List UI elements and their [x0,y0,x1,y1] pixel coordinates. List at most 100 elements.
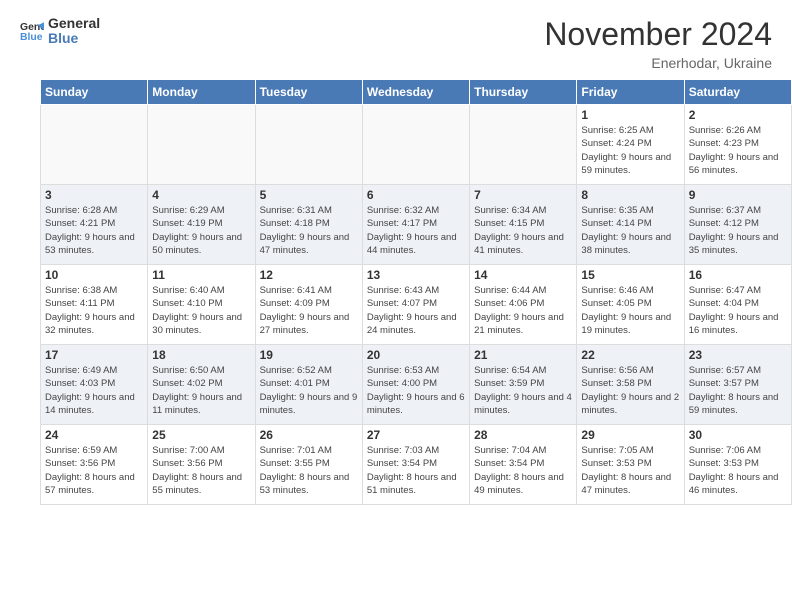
day-info: Sunrise: 6:32 AM Sunset: 4:17 PM Dayligh… [367,204,465,257]
day-number: 21 [474,348,572,362]
day-number: 22 [581,348,679,362]
table-row: 21 Sunrise: 6:54 AM Sunset: 3:59 PM Dayli… [470,345,577,425]
logo-icon: General Blue [20,19,44,43]
day-info: Sunrise: 7:03 AM Sunset: 3:54 PM Dayligh… [367,444,465,497]
day-number: 13 [367,268,465,282]
logo-general: General [48,16,100,31]
table-row [255,105,362,185]
svg-text:Blue: Blue [20,32,43,43]
day-number: 26 [260,428,358,442]
day-info: Sunrise: 6:57 AM Sunset: 3:57 PM Dayligh… [689,364,787,417]
table-row: 6 Sunrise: 6:32 AM Sunset: 4:17 PM Daylig… [362,185,469,265]
day-info: Sunrise: 6:38 AM Sunset: 4:11 PM Dayligh… [45,284,143,337]
day-number: 9 [689,188,787,202]
day-info: Sunrise: 6:29 AM Sunset: 4:19 PM Dayligh… [152,204,250,257]
day-info: Sunrise: 6:41 AM Sunset: 4:09 PM Dayligh… [260,284,358,337]
day-number: 18 [152,348,250,362]
col-thursday: Thursday [470,80,577,105]
col-monday: Monday [148,80,255,105]
day-number: 16 [689,268,787,282]
table-row: 15 Sunrise: 6:46 AM Sunset: 4:05 PM Dayli… [577,265,684,345]
calendar-week-row: 17Sunrise: 6:49 AM Sunset: 4:03 PM Dayli… [41,345,792,425]
calendar-week-row: 1 Sunrise: 6:25 AM Sunset: 4:24 PM Daylig… [41,105,792,185]
location-subtitle: Enerhodar, Ukraine [544,55,772,71]
day-info: Sunrise: 6:56 AM Sunset: 3:58 PM Dayligh… [581,364,679,417]
day-info: Sunrise: 6:37 AM Sunset: 4:12 PM Dayligh… [689,204,787,257]
day-info: Sunrise: 6:34 AM Sunset: 4:15 PM Dayligh… [474,204,572,257]
day-number: 10 [45,268,143,282]
day-number: 1 [581,108,679,122]
day-number: 15 [581,268,679,282]
calendar-header-row: Sunday Monday Tuesday Wednesday Thursday… [41,80,792,105]
table-row [470,105,577,185]
table-row: 10 Sunrise: 6:38 AM Sunset: 4:11 PM Dayli… [41,265,148,345]
day-number: 14 [474,268,572,282]
day-info: Sunrise: 6:43 AM Sunset: 4:07 PM Dayligh… [367,284,465,337]
table-row: 9 Sunrise: 6:37 AM Sunset: 4:12 PM Daylig… [684,185,791,265]
calendar-week-row: 10 Sunrise: 6:38 AM Sunset: 4:11 PM Dayli… [41,265,792,345]
table-row: 11Sunrise: 6:40 AM Sunset: 4:10 PM Dayli… [148,265,255,345]
calendar-table: Sunday Monday Tuesday Wednesday Thursday… [40,79,792,505]
day-number: 24 [45,428,143,442]
day-info: Sunrise: 7:04 AM Sunset: 3:54 PM Dayligh… [474,444,572,497]
day-number: 30 [689,428,787,442]
table-row: 3 Sunrise: 6:28 AM Sunset: 4:21 PM Daylig… [41,185,148,265]
day-number: 20 [367,348,465,362]
day-info: Sunrise: 6:50 AM Sunset: 4:02 PM Dayligh… [152,364,250,417]
day-number: 7 [474,188,572,202]
logo: General Blue General Blue [20,16,100,47]
day-info: Sunrise: 7:00 AM Sunset: 3:56 PM Dayligh… [152,444,250,497]
table-row: 30 Sunrise: 7:06 AM Sunset: 3:53 PM Dayli… [684,425,791,505]
day-number: 3 [45,188,143,202]
day-info: Sunrise: 6:49 AM Sunset: 4:03 PM Dayligh… [45,364,143,417]
day-info: Sunrise: 6:40 AM Sunset: 4:10 PM Dayligh… [152,284,250,337]
calendar-container: Sunday Monday Tuesday Wednesday Thursday… [0,79,792,505]
day-info: Sunrise: 6:54 AM Sunset: 3:59 PM Dayligh… [474,364,572,417]
table-row [41,105,148,185]
table-row: 2 Sunrise: 6:26 AM Sunset: 4:23 PM Daylig… [684,105,791,185]
table-row: 17Sunrise: 6:49 AM Sunset: 4:03 PM Dayli… [41,345,148,425]
day-info: Sunrise: 6:52 AM Sunset: 4:01 PM Dayligh… [260,364,358,417]
table-row: 16Sunrise: 6:47 AM Sunset: 4:04 PM Dayli… [684,265,791,345]
table-row: 5Sunrise: 6:31 AM Sunset: 4:18 PM Daylig… [255,185,362,265]
table-row: 13 Sunrise: 6:43 AM Sunset: 4:07 PM Dayli… [362,265,469,345]
day-info: Sunrise: 7:05 AM Sunset: 3:53 PM Dayligh… [581,444,679,497]
table-row: 27 Sunrise: 7:03 AM Sunset: 3:54 PM Dayli… [362,425,469,505]
table-row: 22 Sunrise: 6:56 AM Sunset: 3:58 PM Dayli… [577,345,684,425]
table-row: 19Sunrise: 6:52 AM Sunset: 4:01 PM Dayli… [255,345,362,425]
day-number: 29 [581,428,679,442]
table-row: 20Sunrise: 6:53 AM Sunset: 4:00 PM Dayli… [362,345,469,425]
day-number: 2 [689,108,787,122]
day-info: Sunrise: 6:31 AM Sunset: 4:18 PM Dayligh… [260,204,358,257]
day-number: 27 [367,428,465,442]
day-number: 25 [152,428,250,442]
day-info: Sunrise: 6:59 AM Sunset: 3:56 PM Dayligh… [45,444,143,497]
day-number: 12 [260,268,358,282]
day-info: Sunrise: 7:06 AM Sunset: 3:53 PM Dayligh… [689,444,787,497]
col-saturday: Saturday [684,80,791,105]
col-wednesday: Wednesday [362,80,469,105]
table-row: 14 Sunrise: 6:44 AM Sunset: 4:06 PM Dayli… [470,265,577,345]
day-number: 4 [152,188,250,202]
table-row: 7 Sunrise: 6:34 AM Sunset: 4:15 PM Daylig… [470,185,577,265]
table-row: 25 Sunrise: 7:00 AM Sunset: 3:56 PM Dayli… [148,425,255,505]
col-friday: Friday [577,80,684,105]
month-year-title: November 2024 [544,16,772,53]
day-info: Sunrise: 6:35 AM Sunset: 4:14 PM Dayligh… [581,204,679,257]
day-info: Sunrise: 6:25 AM Sunset: 4:24 PM Dayligh… [581,124,679,177]
table-row: 8Sunrise: 6:35 AM Sunset: 4:14 PM Daylig… [577,185,684,265]
page-header: General Blue General Blue November 2024 … [0,0,792,79]
day-number: 23 [689,348,787,362]
day-info: Sunrise: 6:46 AM Sunset: 4:05 PM Dayligh… [581,284,679,337]
table-row: 29 Sunrise: 7:05 AM Sunset: 3:53 PM Dayli… [577,425,684,505]
day-info: Sunrise: 6:26 AM Sunset: 4:23 PM Dayligh… [689,124,787,177]
table-row: 18 Sunrise: 6:50 AM Sunset: 4:02 PM Dayli… [148,345,255,425]
table-row [362,105,469,185]
table-row: 28Sunrise: 7:04 AM Sunset: 3:54 PM Dayli… [470,425,577,505]
day-number: 6 [367,188,465,202]
table-row: 24 Sunrise: 6:59 AM Sunset: 3:56 PM Dayli… [41,425,148,505]
day-info: Sunrise: 6:44 AM Sunset: 4:06 PM Dayligh… [474,284,572,337]
day-info: Sunrise: 6:28 AM Sunset: 4:21 PM Dayligh… [45,204,143,257]
col-tuesday: Tuesday [255,80,362,105]
table-row: 4 Sunrise: 6:29 AM Sunset: 4:19 PM Daylig… [148,185,255,265]
